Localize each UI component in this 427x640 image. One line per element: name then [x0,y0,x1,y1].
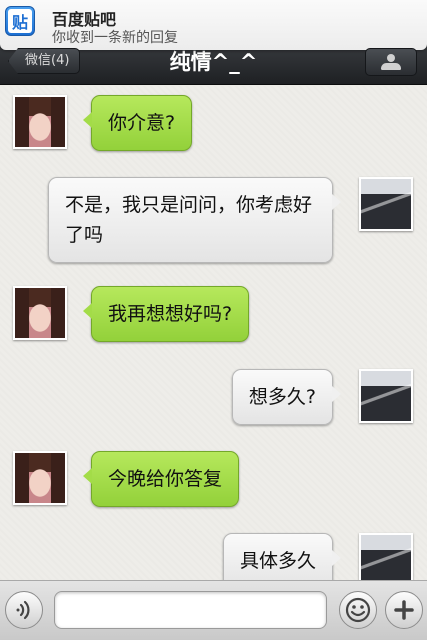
plus-icon [394,600,414,620]
emoji-button[interactable] [339,591,377,629]
message-bubble-received[interactable]: 你介意? [82,95,193,151]
notification-subtitle: 你收到一条新的回复 [52,30,178,46]
back-button[interactable]: 微信(4) [8,48,81,74]
contact-person-icon [381,54,401,70]
my-avatar[interactable] [359,533,413,580]
message-bubble-sent[interactable]: 具体多久 [222,533,342,580]
tieba-app-icon: 贴 [5,6,35,36]
message-bubble-sent[interactable]: 想多久? [231,369,342,425]
contact-info-button[interactable] [365,48,417,76]
message-bubble-received[interactable]: 今晚给你答复 [82,451,240,507]
message-bubble-received[interactable]: 我再想想好吗? [82,286,250,342]
voice-icon [16,600,30,620]
contact-avatar[interactable] [13,451,67,505]
contact-avatar[interactable] [13,95,67,149]
my-avatar[interactable] [359,369,413,423]
more-options-button[interactable] [385,591,423,629]
message-text-field[interactable] [54,591,327,629]
message-bubble-sent[interactable]: 不是，我只是问问，你考虑好了吗 [48,177,341,263]
contact-avatar[interactable] [13,286,67,340]
emoji-icon [345,597,371,623]
voice-button[interactable] [5,591,43,629]
my-avatar[interactable] [359,177,413,231]
notification-banner[interactable]: 贴 百度贴吧 你收到一条新的回复 [0,0,427,50]
chat-message-list[interactable]: 你介意? 不是，我只是问问，你考虑好了吗 我再想想好吗? 想多久? 今晚给你答复… [0,86,427,580]
